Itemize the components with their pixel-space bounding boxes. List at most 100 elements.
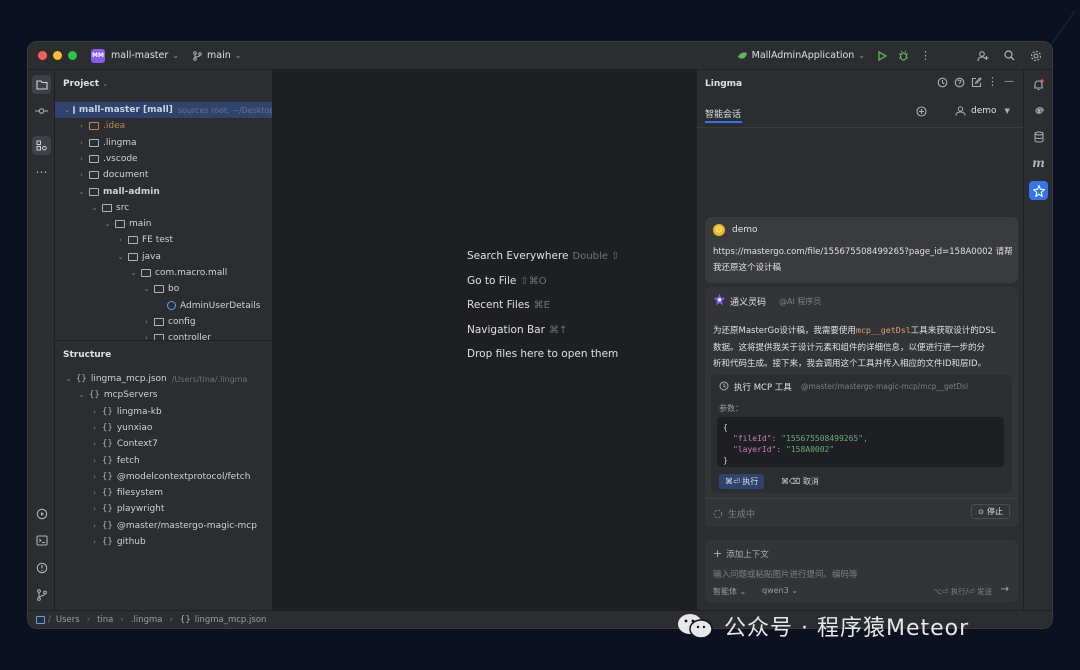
breadcrumb-item[interactable]: .lingma bbox=[131, 615, 163, 625]
chevron-down-icon[interactable]: ⌄ bbox=[90, 204, 99, 212]
chevron-right-icon[interactable]: › bbox=[77, 171, 86, 179]
maven-m-icon[interactable]: m bbox=[1029, 153, 1048, 172]
chevron-down-icon[interactable]: ⌄ bbox=[77, 188, 86, 196]
project-tree-item[interactable]: › config bbox=[55, 314, 272, 330]
project-panel-title[interactable]: Project ⌄ bbox=[63, 79, 108, 89]
problems-tool-button[interactable] bbox=[32, 558, 51, 577]
chevron-right-icon[interactable]: › bbox=[90, 522, 99, 530]
search-button[interactable] bbox=[1004, 50, 1015, 61]
structure-tree-item[interactable]: ›{} @master/mastergo-magic-mcp bbox=[55, 518, 272, 534]
project-tree-item[interactable]: › .idea bbox=[55, 118, 272, 134]
history-button[interactable] bbox=[937, 77, 948, 88]
structure-tree-item[interactable]: ›{} filesystem bbox=[55, 485, 272, 501]
minimize-panel-button[interactable]: — bbox=[1004, 76, 1014, 87]
chevron-right-icon[interactable]: › bbox=[90, 505, 99, 513]
breadcrumb-item[interactable]: Users bbox=[56, 615, 80, 625]
chevron-down-icon[interactable]: ⌄ bbox=[103, 220, 112, 228]
project-tree-item[interactable]: AdminUserDetails bbox=[55, 298, 272, 314]
project-tree-item[interactable]: ⌄ bo bbox=[55, 281, 272, 297]
chevron-right-icon[interactable]: › bbox=[90, 538, 99, 546]
chevron-right-icon[interactable]: › bbox=[77, 122, 86, 130]
chevron-down-icon[interactable]: ⌄ bbox=[142, 285, 151, 293]
stop-button[interactable]: ⊙ 停止 bbox=[971, 504, 1010, 519]
close-window-button[interactable] bbox=[38, 51, 47, 60]
structure-tree-item[interactable]: ›{} playwright bbox=[55, 501, 272, 517]
add-user-button[interactable] bbox=[977, 50, 989, 62]
terminal-tool-button[interactable] bbox=[32, 531, 51, 550]
structure-panel-title: Structure bbox=[63, 350, 112, 360]
breadcrumb-item[interactable]: tina bbox=[97, 615, 113, 625]
project-tree-item[interactable]: › .lingma bbox=[55, 135, 272, 151]
editor-area[interactable]: Search Everywhere Double ⇧ Go to File ⇧⌘O Re… bbox=[273, 70, 696, 610]
structure-tree-item[interactable]: ⌄{} lingma_mcp.json/Users/tina/.lingma bbox=[55, 371, 272, 387]
breadcrumb-item[interactable]: lingma_mcp.json bbox=[195, 615, 267, 625]
send-button[interactable]: → bbox=[1001, 584, 1009, 595]
add-session-button[interactable] bbox=[916, 106, 927, 117]
ai-text-line3: 析和代码生成。接下来，我会调用这个工具并传入相应的文件ID和层ID。 bbox=[713, 359, 987, 369]
structure-tree-item[interactable]: ›{} yunxiao bbox=[55, 420, 272, 436]
structure-tree-item[interactable]: ›{} fetch bbox=[55, 453, 272, 469]
tab-smart-chat[interactable]: 智能会话 bbox=[705, 107, 741, 120]
chevron-right-icon[interactable]: › bbox=[90, 424, 99, 432]
chevron-right-icon[interactable]: › bbox=[90, 440, 99, 448]
ai-assistant-button[interactable] bbox=[1029, 101, 1048, 120]
project-switcher[interactable]: MM mall-master ⌄ bbox=[91, 48, 179, 63]
project-tree-item[interactable]: ⌄ mall-admin bbox=[55, 184, 272, 200]
run-config-selector[interactable]: MallAdminApplication ⌄ bbox=[737, 50, 865, 61]
zoom-window-button[interactable] bbox=[68, 51, 77, 60]
structure-tree-item[interactable]: ›{} Context7 bbox=[55, 436, 272, 452]
project-tree-item[interactable]: › controller bbox=[55, 330, 272, 340]
run-tool-button[interactable]: ⌘⏎ 执行 bbox=[719, 474, 765, 489]
structure-tree-item[interactable]: ›{} @modelcontextprotocol/fetch bbox=[55, 469, 272, 485]
new-chat-button[interactable] bbox=[971, 77, 982, 88]
model-selector[interactable]: qwen3 ⌄ bbox=[762, 586, 798, 595]
project-tree-item[interactable]: › FE test bbox=[55, 232, 272, 248]
help-button[interactable] bbox=[954, 77, 965, 88]
lingma-tool-button[interactable] bbox=[1029, 181, 1048, 200]
more-actions-button[interactable]: ⋮ bbox=[920, 49, 931, 62]
settings-button[interactable] bbox=[1030, 50, 1042, 62]
chevron-down-icon[interactable]: ⌄ bbox=[116, 253, 125, 261]
chevron-right-icon[interactable]: › bbox=[142, 318, 151, 326]
project-tree-item[interactable]: › .vscode bbox=[55, 151, 272, 167]
project-tree-item[interactable]: › document bbox=[55, 167, 272, 183]
branch-switcher[interactable]: main ⌄ bbox=[193, 50, 241, 61]
chevron-right-icon[interactable]: › bbox=[90, 457, 99, 465]
chevron-right-icon[interactable]: › bbox=[90, 473, 99, 481]
structure-tree-item[interactable]: ›{} github bbox=[55, 534, 272, 550]
mode-selector[interactable]: 智能体 ⌄ bbox=[713, 586, 746, 597]
cancel-tool-button[interactable]: ⌘⌫ 取消 bbox=[781, 476, 819, 487]
notifications-button[interactable] bbox=[1029, 75, 1048, 94]
chevron-down-icon[interactable]: ⌄ bbox=[77, 391, 86, 399]
chevron-down-icon[interactable]: ⌄ bbox=[64, 106, 70, 114]
chevron-right-icon[interactable]: › bbox=[116, 236, 125, 244]
project-tree-item[interactable]: ⌄ mall-master [mall] sources root, ~/Deskt… bbox=[55, 102, 272, 118]
project-tree-item[interactable]: ⌄ main bbox=[55, 216, 272, 232]
more-tools-icon[interactable]: ⋯ bbox=[32, 162, 51, 181]
chat-input-placeholder[interactable]: 输入问题或粘贴图片进行提问、编码等 bbox=[713, 568, 858, 580]
chat-input-box[interactable]: + 添加上下文 输入问题或粘贴图片进行提问、编码等 智能体 ⌄ qwen3 ⌄ ⌥… bbox=[705, 540, 1018, 602]
minimize-window-button[interactable] bbox=[53, 51, 62, 60]
chevron-right-icon[interactable]: › bbox=[77, 155, 86, 163]
project-tree-item[interactable]: ⌄ com.macro.mall bbox=[55, 265, 272, 281]
chevron-down-icon[interactable]: ⌄ bbox=[64, 375, 73, 383]
debug-button[interactable] bbox=[898, 50, 909, 61]
project-tool-button[interactable] bbox=[32, 75, 51, 94]
chevron-right-icon[interactable]: › bbox=[90, 489, 99, 497]
commit-tool-button[interactable] bbox=[32, 101, 51, 120]
run-button[interactable] bbox=[877, 50, 887, 61]
git-tool-button[interactable] bbox=[32, 585, 51, 604]
chevron-right-icon[interactable]: › bbox=[77, 139, 86, 147]
user-menu[interactable]: demo ▼ bbox=[955, 106, 1010, 116]
structure-tree-item[interactable]: ›{} lingma-kb bbox=[55, 404, 272, 420]
project-tree-item[interactable]: ⌄ src bbox=[55, 200, 272, 216]
add-context-button[interactable]: + 添加上下文 bbox=[713, 547, 769, 560]
structure-tree-item[interactable]: ⌄{} mcpServers bbox=[55, 387, 272, 403]
structure-tool-button[interactable] bbox=[32, 136, 51, 155]
more-options-button[interactable]: ⋮ bbox=[987, 75, 998, 88]
chevron-right-icon[interactable]: › bbox=[90, 408, 99, 416]
services-tool-button[interactable] bbox=[32, 504, 51, 523]
database-button[interactable] bbox=[1029, 127, 1048, 146]
project-tree-item[interactable]: ⌄ java bbox=[55, 249, 272, 265]
chevron-down-icon[interactable]: ⌄ bbox=[129, 269, 138, 277]
